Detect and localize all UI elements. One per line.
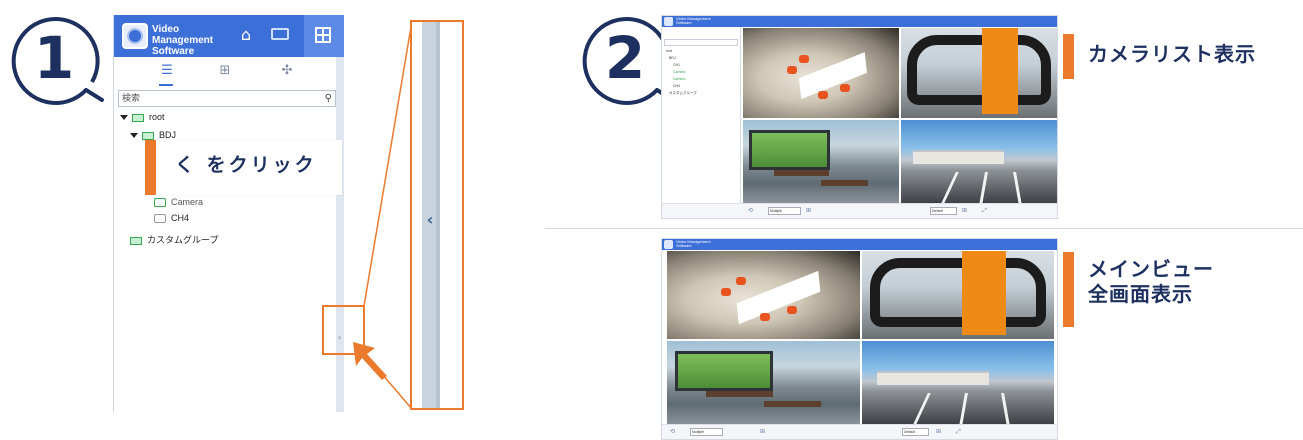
screen-with-camera-list: Video Management Software root BDJ CH1 Ca… bbox=[661, 15, 1058, 219]
mini-tree-item: カスタムグループ bbox=[669, 91, 697, 95]
collapse-strip-zoom: ‹ bbox=[410, 20, 464, 410]
layout-select[interactable]: Multiple bbox=[690, 428, 723, 436]
mini-app-logo-icon bbox=[664, 240, 673, 249]
mini-tree-item: root bbox=[666, 49, 673, 53]
grid-view-icon[interactable]: ⊞ bbox=[962, 207, 967, 214]
mini-tree-item: CH1 bbox=[673, 63, 681, 67]
playback-icon[interactable]: ⟲ bbox=[670, 428, 675, 435]
mini-app-logo-icon bbox=[664, 17, 673, 26]
mini-tree-item: Camera bbox=[673, 70, 686, 74]
mini-camera-list: root BDJ CH1 Camera Camera CH4 カスタムグループ bbox=[662, 27, 741, 206]
playback-icon[interactable]: ⟲ bbox=[748, 207, 753, 214]
main-view-label: メインビュー 全画面表示 bbox=[1088, 257, 1214, 307]
layout-select[interactable]: Multiple bbox=[768, 207, 801, 215]
camera-view-meeting-room bbox=[742, 27, 900, 119]
mini-app-header: Video Management Software bbox=[662, 239, 1057, 250]
camera-list-label-bar bbox=[1063, 34, 1074, 79]
camera-view-meeting-room bbox=[666, 250, 861, 340]
stream-select[interactable]: Default bbox=[930, 207, 957, 215]
cursor-arrow-icon bbox=[353, 342, 387, 380]
mini-app-title: Video Management Software bbox=[676, 16, 711, 25]
stream-select[interactable]: Default bbox=[902, 428, 929, 436]
camera-view-parking bbox=[861, 340, 1055, 426]
camera-view-vehicle bbox=[861, 250, 1055, 340]
camera-view-vehicle bbox=[900, 27, 1057, 119]
mini-tree-item: CH4 bbox=[673, 84, 681, 88]
camera-view-office bbox=[742, 119, 900, 205]
layout-icon[interactable]: ⊞ bbox=[806, 207, 811, 214]
layout-icon[interactable]: ⊞ bbox=[760, 428, 765, 435]
mini-toolbar: ⟲ Multiple ⊞ Default ⊞ ⤢ bbox=[662, 203, 1057, 218]
fullscreen-icon[interactable]: ⤢ bbox=[956, 428, 961, 436]
camera-list-label: カメラリスト表示 bbox=[1088, 42, 1256, 66]
mini-toolbar: ⟲ Multiple ⊞ Default ⊞ ⤢ bbox=[662, 424, 1057, 439]
grid-view-icon[interactable]: ⊞ bbox=[936, 428, 941, 435]
camera-view-office bbox=[666, 340, 861, 426]
fullscreen-icon[interactable]: ⤢ bbox=[982, 207, 987, 215]
main-view-label-line1: メインビュー bbox=[1088, 257, 1214, 281]
screen-main-view-full: Video Management Software ⟲ Multiple ⊞ De… bbox=[661, 238, 1058, 440]
mini-tree-item: BDJ bbox=[669, 56, 676, 60]
mini-search-field bbox=[664, 39, 738, 46]
main-view-label-bar bbox=[1063, 252, 1074, 327]
mini-app-title: Video Management Software bbox=[676, 239, 711, 248]
mini-app-header: Video Management Software bbox=[662, 16, 1057, 27]
camera-view-parking bbox=[900, 119, 1057, 205]
mini-tree-item: Camera bbox=[673, 77, 686, 81]
section-divider bbox=[545, 228, 1303, 229]
collapse-chevron-icon[interactable]: ‹ bbox=[423, 210, 437, 229]
main-view-label-line2: 全画面表示 bbox=[1088, 282, 1193, 306]
